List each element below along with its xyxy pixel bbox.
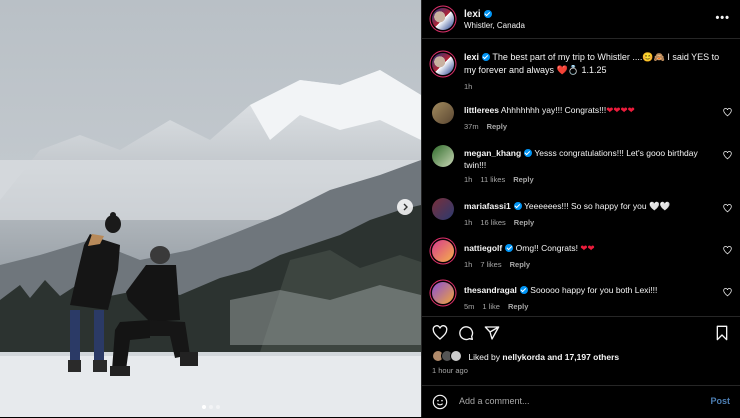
likes-prefix: Liked by [468,352,501,362]
reply-button[interactable]: Reply [514,218,534,227]
comment-likes[interactable]: 7 likes [480,260,501,269]
comment-text: Ahhhhhhh yay!!! Congrats!!! [500,105,607,115]
comment-time: 5m [464,302,475,311]
emoji-icon[interactable] [432,394,448,410]
comment: mariafassi1 Yeeeeees!!! So so happy for … [432,198,732,228]
verified-icon [483,10,492,18]
carousel-dot [201,405,206,409]
heart-icon[interactable] [723,151,732,160]
verified-icon [524,149,533,157]
comment-emoji: 🤍🤍 [648,201,671,211]
likes-count[interactable]: and 17,197 others [547,352,619,362]
avatar[interactable] [432,198,454,220]
comment-likes[interactable]: 11 likes [480,175,505,184]
action-bar [422,316,740,347]
caption-text: The best part of my trip to Whistler ...… [464,52,720,75]
comment-username[interactable]: nattiegolf [464,243,502,253]
avatar[interactable] [432,53,454,75]
comment-input[interactable] [457,395,681,407]
chevron-right-icon [403,203,408,211]
comment-time: 1h [464,175,473,184]
caption-username[interactable]: lexi [464,52,479,62]
reply-button[interactable]: Reply [513,175,533,184]
comment-likes[interactable]: 1 like [482,302,500,311]
post-side-panel: lexi Whistler, Canada ••• lexi The best … [421,0,740,417]
avatar[interactable] [432,240,454,262]
verified-icon [505,244,514,252]
post-photo[interactable] [0,0,421,417]
next-photo-button[interactable] [397,199,413,215]
post-comment-button[interactable]: Post [710,396,730,406]
caption-time: 1h [464,82,473,91]
comment-icon[interactable] [458,325,474,341]
share-icon[interactable] [484,325,500,341]
comment-text: Yeeeeees!!! So so happy for you [524,201,647,211]
proposal-photo [0,0,421,417]
liker-avatar [450,350,462,362]
comment: thesandragal Sooooo happy for you both L… [432,282,732,312]
comment-emoji: ❤❤❤❤ [606,105,635,115]
comment-likes[interactable]: 16 likes [480,218,505,227]
carousel-dot [215,405,220,409]
save-bookmark-icon[interactable] [714,325,730,341]
carousel-dot [208,405,213,409]
reply-button[interactable]: Reply [487,122,507,131]
verified-icon [513,202,522,210]
carousel-dots [0,405,421,409]
like-heart-icon[interactable] [432,325,448,341]
comment: nattiegolf Omg!! Congrats! ❤❤ 1h 7 likes R… [432,240,732,270]
add-comment-bar: Post [422,385,740,418]
heart-icon[interactable] [723,108,732,117]
avatar[interactable] [432,282,454,304]
liked-by-user[interactable]: nellykorda [502,352,545,362]
more-options-button[interactable]: ••• [715,12,730,24]
post-header: lexi Whistler, Canada ••• [422,0,740,39]
verified-icon [519,286,528,294]
heart-icon[interactable] [723,204,732,213]
comment-username[interactable]: thesandragal [464,285,517,295]
comment-time: 37m [464,122,479,131]
avatar[interactable] [432,145,454,167]
comment-emoji: ❤❤ [580,243,595,253]
heart-icon[interactable] [723,288,732,297]
comment-text: Sooooo happy for you both Lexi!!! [530,285,658,295]
comment-username[interactable]: mariafassi1 [464,201,511,211]
comment-time: 1h [464,260,473,269]
comment-username[interactable]: littlerees [464,105,499,115]
heart-icon[interactable] [723,246,732,255]
verified-icon [482,53,491,61]
comment-time: 1h [464,218,473,227]
post-dialog: lexi Whistler, Canada ••• lexi The best … [0,0,740,417]
comment: littlerees Ahhhhhhh yay!!! Congrats!!!❤❤… [432,102,732,132]
comment-username[interactable]: megan_khang [464,148,521,158]
comment: megan_khang Yesss congratulations!!! Let… [432,145,732,184]
comment-text: Omg!! Congrats! [515,243,578,253]
post-time: 1 hour ago [432,366,468,375]
header-username[interactable]: lexi [464,9,492,20]
avatar[interactable] [432,102,454,124]
reply-button[interactable]: Reply [510,260,530,269]
likes-summary[interactable]: Liked by nellykorda and 17,197 others [432,350,619,362]
reply-button[interactable]: Reply [508,302,528,311]
location-link[interactable]: Whistler, Canada [464,21,525,30]
avatar[interactable] [432,8,454,30]
